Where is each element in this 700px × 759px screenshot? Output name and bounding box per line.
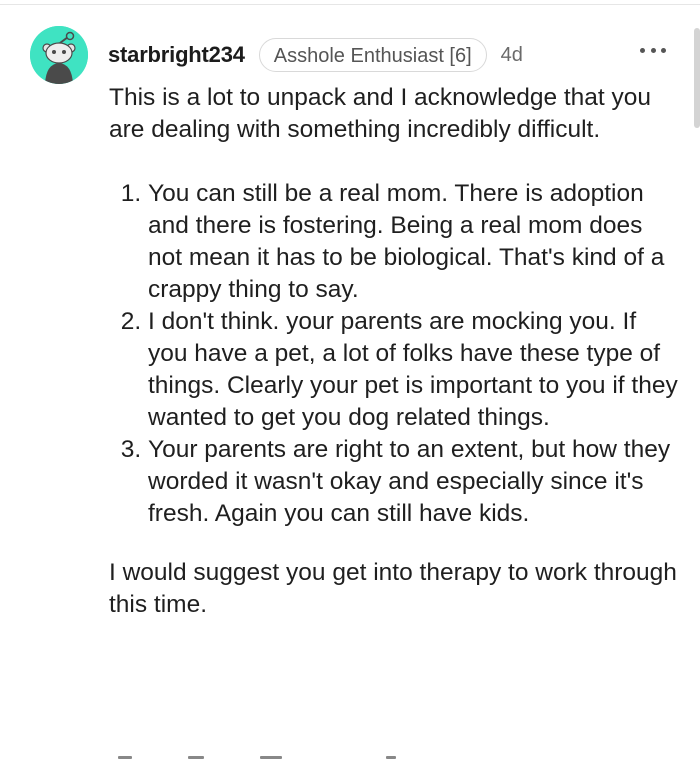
username-link[interactable]: starbright234	[108, 42, 245, 68]
comment-outro: I would suggest you get into therapy to …	[109, 559, 677, 618]
comment-points-list: You can still be a real mom. There is ad…	[109, 178, 679, 530]
list-item: Your parents are right to an extent, but…	[148, 434, 679, 530]
list-item: I don't think. your parents are mocking …	[148, 306, 679, 434]
scrollbar[interactable]	[694, 28, 700, 128]
list-item: You can still be a real mom. There is ad…	[148, 178, 679, 306]
more-dot	[661, 47, 666, 53]
comment-actions-bar	[118, 752, 418, 759]
top-divider	[0, 4, 700, 5]
comment-intro: This is a lot to unpack and I acknowledg…	[109, 84, 652, 143]
comment-body: This is a lot to unpack and I acknowledg…	[109, 82, 679, 621]
more-dot	[650, 47, 656, 53]
comment-timestamp: 4d	[500, 43, 523, 66]
more-dot	[640, 47, 645, 53]
comment-header: starbright234 Asshole Enthusiast [6] 4d	[108, 38, 523, 72]
user-flair-badge: Asshole Enthusiast [6]	[258, 38, 487, 72]
user-avatar-icon[interactable]	[30, 26, 88, 84]
more-options-icon[interactable]	[640, 43, 666, 57]
